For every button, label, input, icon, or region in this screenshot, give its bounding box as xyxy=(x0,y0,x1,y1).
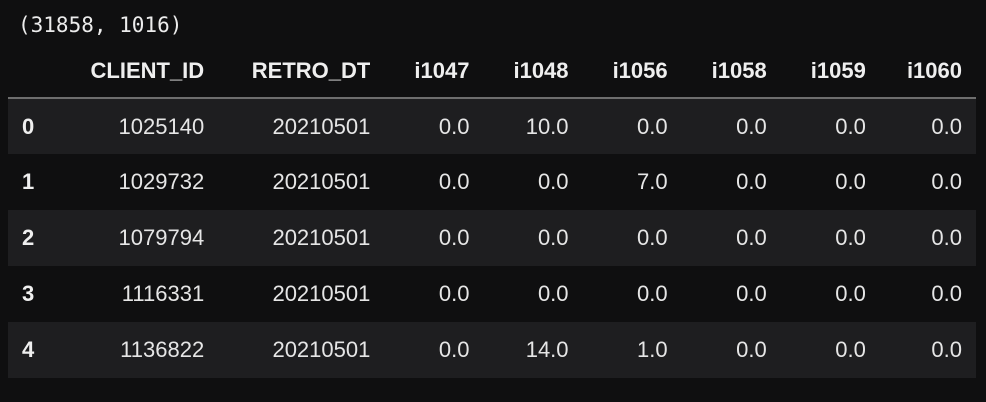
column-header-i1059: i1059 xyxy=(766,44,866,99)
table-cell: 1116331 xyxy=(121,281,205,306)
table-cell: 1079794 xyxy=(118,225,205,250)
table-cell: 1.0 xyxy=(637,337,668,362)
table-cell: 0.0 xyxy=(637,113,668,139)
table-cell: 0.0 xyxy=(931,337,962,362)
table-cell: 14.0 xyxy=(525,337,569,362)
table-cell: 7.0 xyxy=(637,169,668,194)
row-index: 1 xyxy=(22,169,35,194)
table-cell: 0.0 xyxy=(537,225,569,250)
table-cell: 0.0 xyxy=(931,113,962,139)
table-cell: 0.0 xyxy=(835,281,866,306)
table-cell: 0.0 xyxy=(835,225,866,250)
row-index: 0 xyxy=(22,113,35,139)
table-cell: 0.0 xyxy=(736,337,767,362)
table-cell: 1029732 xyxy=(118,169,205,194)
table-cell: 0.0 xyxy=(736,225,767,250)
table-cell: 0.0 xyxy=(438,281,470,306)
table-cell: 0.0 xyxy=(931,169,962,194)
table-cell: 0.0 xyxy=(537,281,569,306)
index-header xyxy=(8,44,59,99)
table-cell: 20210501 xyxy=(272,225,371,250)
table-cell: 0.0 xyxy=(438,225,470,250)
table-cell: 0.0 xyxy=(835,337,866,362)
column-header-retro-dt: RETRO_DT xyxy=(204,44,371,99)
table-cell: 0.0 xyxy=(736,113,767,139)
table-cell: 20210501 xyxy=(272,169,371,194)
table-cell: 20210501 xyxy=(272,337,371,362)
table-cell: 0.0 xyxy=(835,113,866,139)
table-cell: 0.0 xyxy=(835,169,866,194)
row-index: 3 xyxy=(22,281,35,306)
column-header-i1060: i1060 xyxy=(865,44,976,99)
column-header-i1047: i1047 xyxy=(370,44,470,99)
table-cell: 0.0 xyxy=(931,225,962,250)
table-cell: 20210501 xyxy=(272,281,371,306)
table-cell: 0.0 xyxy=(637,281,668,306)
table-cell: 1025140 xyxy=(118,113,205,139)
table-row: 1 1029732 20210501 0.0 0.0 7.0 0.0 0.0 0… xyxy=(8,154,976,210)
table-cell: 0.0 xyxy=(537,169,569,194)
table-cell: 0.0 xyxy=(438,169,470,194)
table-row: 0 1025140 20210501 0.0 10.0 0.0 0.0 0.0 … xyxy=(8,98,976,154)
shape-output: (31858, 1016) xyxy=(18,13,183,37)
row-index: 2 xyxy=(22,225,35,250)
table-row: 2 1079794 20210501 0.0 0.0 0.0 0.0 0.0 0… xyxy=(8,210,976,266)
table-cell: 10.0 xyxy=(525,113,569,139)
column-header-i1048: i1048 xyxy=(469,44,569,99)
table-cell: 0.0 xyxy=(438,337,470,362)
table-cell: 0.0 xyxy=(736,169,767,194)
table-cell: 20210501 xyxy=(272,113,371,139)
table-cell: 0.0 xyxy=(438,113,470,139)
table-cell: 0.0 xyxy=(931,281,962,306)
table-cell: 1136822 xyxy=(120,337,205,362)
table-cell: 0.0 xyxy=(637,225,668,250)
row-index: 4 xyxy=(22,337,35,362)
column-header-i1058: i1058 xyxy=(667,44,767,99)
dataframe-table: CLIENT_ID RETRO_DT i1047 i1048 i1056 i10… xyxy=(8,44,976,378)
table-row: 3 1116331 20210501 0.0 0.0 0.0 0.0 0.0 0… xyxy=(8,266,976,322)
column-header-i1056: i1056 xyxy=(568,44,668,99)
table-row: 4 1136822 20210501 0.0 14.0 1.0 0.0 0.0 … xyxy=(8,322,976,378)
column-header-client-id: CLIENT_ID xyxy=(58,44,205,99)
table-header-row: CLIENT_ID RETRO_DT i1047 i1048 i1056 i10… xyxy=(8,44,976,99)
table-cell: 0.0 xyxy=(736,281,767,306)
